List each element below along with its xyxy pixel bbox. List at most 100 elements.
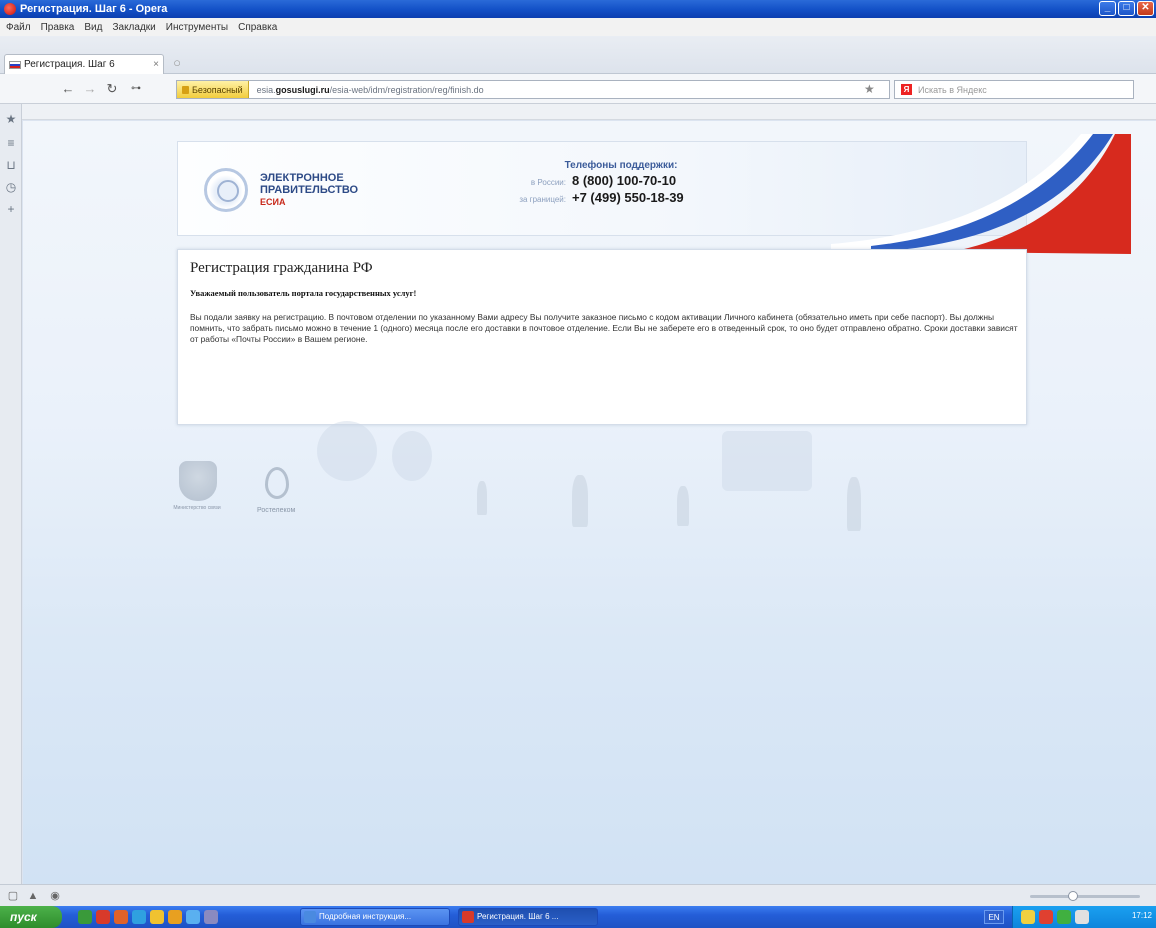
phone2-number: +7 (499) 550-18-39 <box>572 190 684 205</box>
phone1-number: 8 (800) 100-70-10 <box>572 173 677 188</box>
view-icon[interactable]: ◉ <box>48 889 62 903</box>
minimize-button[interactable]: _ <box>1099 1 1116 16</box>
task2-label: Регистрация. Шаг 6 ... <box>477 912 559 921</box>
building-decoration <box>722 431 812 491</box>
quicklaunch-icon[interactable] <box>186 910 200 924</box>
russian-flag-icon <box>9 60 21 69</box>
person-silhouette <box>572 475 588 527</box>
menu-file[interactable]: Файл <box>6 22 31 33</box>
rostelecom-logo-icon[interactable] <box>265 467 289 499</box>
quicklaunch-icon[interactable] <box>132 910 146 924</box>
menu-edit[interactable]: Правка <box>41 22 75 33</box>
side-panel: ★ ≡ ⊔ ◷ + <box>0 104 22 884</box>
tab-label: Регистрация. Шаг 6 <box>24 59 115 70</box>
folder-icon[interactable] <box>150 910 164 924</box>
flag-swoosh-decoration <box>831 134 1131 254</box>
zoom-knob[interactable] <box>1068 891 1078 901</box>
window-titlebar: Регистрация. Шаг 6 - Opera _ □ ✕ <box>0 0 1156 18</box>
add-panel-icon[interactable]: + <box>4 202 18 216</box>
quicklaunch-icon[interactable] <box>78 910 92 924</box>
url-prefix: esia. <box>256 84 276 95</box>
tab-bar: Регистрация. Шаг 6 × ○ <box>0 36 1156 74</box>
logo-line1: ЭЛЕКТРОННОЕ <box>260 172 344 184</box>
russia-emblem-icon[interactable] <box>179 461 217 501</box>
windows-taskbar: пуск Подробная инструкция... Регистрация… <box>0 906 1156 928</box>
volume-icon[interactable] <box>1075 910 1089 924</box>
reload-icon[interactable]: ↻ <box>104 81 120 97</box>
search-input[interactable]: Я Искать в Яндекс <box>894 80 1134 99</box>
notes-icon[interactable]: ≡ <box>4 136 18 150</box>
clock: 17:12 <box>1131 911 1152 920</box>
menu-bar: Файл Правка Вид Закладки Инструменты Спр… <box>0 18 1156 36</box>
status-bar: ▢ ▲ ◉ <box>0 884 1156 906</box>
task1-label: Подробная инструкция... <box>319 912 412 921</box>
menu-help[interactable]: Справка <box>238 22 277 33</box>
start-button[interactable]: пуск <box>0 906 62 928</box>
url-domain: gosuslugi.ru <box>275 84 330 95</box>
phone2-label: за границей: <box>519 195 566 204</box>
person-silhouette <box>677 486 689 526</box>
page-viewport: ЭЛЕКТРОННОЕ ПРАВИТЕЛЬСТВО ЕСИА Телефоны … <box>23 121 1156 884</box>
unite-icon[interactable]: ⊔ <box>4 158 18 172</box>
tab-close-icon[interactable]: × <box>153 59 159 70</box>
url-path: /esia-web/idm/registration/reg/finish.do <box>329 84 484 95</box>
maximize-button[interactable]: □ <box>1118 1 1135 16</box>
panel-toggle-icon[interactable]: ▢ <box>6 889 20 903</box>
person-silhouette <box>847 477 861 531</box>
url-text[interactable]: esia.gosuslugi.ru/esia-web/idm/registrat… <box>249 85 484 95</box>
site-header: ЭЛЕКТРОННОЕ ПРАВИТЕЛЬСТВО ЕСИА Телефоны … <box>177 134 1131 254</box>
greeting-text: Уважаемый пользователь портала государст… <box>190 288 417 298</box>
egov-logo-icon[interactable] <box>204 168 248 212</box>
secure-label: Безопасный <box>192 84 243 95</box>
key-icon[interactable]: ⊶ <box>128 81 144 97</box>
person-silhouette <box>477 481 487 515</box>
address-bar[interactable]: Безопасный esia.gosuslugi.ru/esia-web/id… <box>176 80 890 99</box>
bookmarks-strip <box>0 104 1156 120</box>
page-title: Регистрация гражданина РФ <box>190 260 373 276</box>
close-button[interactable]: ✕ <box>1137 1 1154 16</box>
yandex-icon: Я <box>901 84 912 95</box>
forward-icon[interactable]: → <box>82 81 98 97</box>
quicklaunch-icon[interactable] <box>168 910 182 924</box>
tree-decoration <box>317 421 377 481</box>
taskbar-window-opera[interactable]: Регистрация. Шаг 6 ... <box>458 908 598 926</box>
logo-line3: ЕСИА <box>260 197 286 207</box>
registration-message: Вы подали заявку на регистрацию. В почто… <box>190 312 1018 344</box>
zoom-slider[interactable] <box>1030 891 1140 901</box>
support-phones: Телефоны поддержки: в России: 8 (800) 10… <box>496 160 716 205</box>
opera-icon <box>462 911 474 923</box>
quicklaunch-icon[interactable] <box>114 910 128 924</box>
menu-tools[interactable]: Инструменты <box>166 22 228 33</box>
opera-icon <box>4 3 16 15</box>
menu-view[interactable]: Вид <box>84 22 102 33</box>
registration-card: Регистрация гражданина РФ Уважаемый поль… <box>177 249 1027 425</box>
menu-bookmarks[interactable]: Закладки <box>112 22 155 33</box>
window-title: Регистрация. Шаг 6 - Opera <box>20 3 168 15</box>
secure-badge[interactable]: Безопасный <box>177 81 249 98</box>
tab-registration[interactable]: Регистрация. Шаг 6 × <box>4 54 164 74</box>
turbo-icon[interactable]: ▲ <box>26 889 40 903</box>
history-icon[interactable]: ◷ <box>4 180 18 194</box>
emblem-label: Министерство связи <box>173 505 221 511</box>
tray-icon[interactable] <box>1021 910 1035 924</box>
lock-icon <box>182 85 189 94</box>
opera-quicklaunch-icon[interactable] <box>96 910 110 924</box>
document-icon <box>304 911 316 923</box>
language-indicator[interactable]: EN <box>984 910 1004 924</box>
rostelecom-label: Ростелеком <box>257 507 296 514</box>
new-tab-icon[interactable]: ○ <box>168 56 186 72</box>
quicklaunch-icon[interactable] <box>204 910 218 924</box>
taskbar-window-instructions[interactable]: Подробная инструкция... <box>300 908 450 926</box>
bookmarks-star-icon[interactable]: ★ <box>4 112 18 126</box>
logo-line2: ПРАВИТЕЛЬСТВО <box>260 184 359 196</box>
bookmark-star-icon[interactable]: ★ <box>864 82 875 96</box>
antivirus-icon[interactable] <box>1039 910 1053 924</box>
search-placeholder: Искать в Яндекс <box>918 84 987 95</box>
system-tray: 17:12 <box>1012 906 1156 928</box>
tree-decoration <box>392 431 432 481</box>
navigation-bar: ← → ↻ ⊶ Безопасный esia.gosuslugi.ru/esi… <box>0 74 1156 104</box>
back-icon[interactable]: ← <box>60 81 76 97</box>
footer-decoration: Министерство связи Ростелеком <box>173 421 1027 551</box>
egov-logo-text[interactable]: ЭЛЕКТРОННОЕ ПРАВИТЕЛЬСТВО ЕСИА <box>260 172 358 208</box>
network-icon[interactable] <box>1057 910 1071 924</box>
